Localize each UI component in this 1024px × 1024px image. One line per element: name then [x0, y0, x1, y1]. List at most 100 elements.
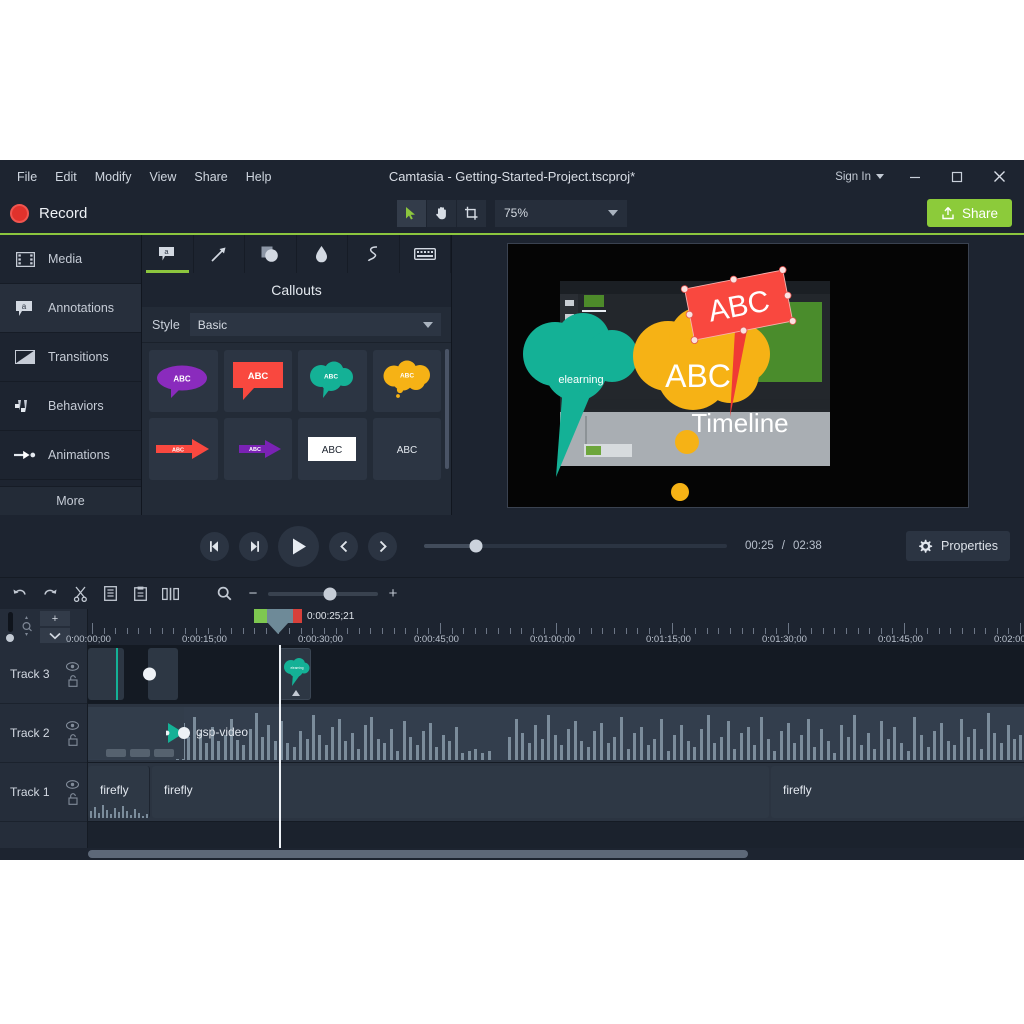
timeline-ruler[interactable]: 0:00:00;00 0:00:15;00 0:00:30;00 0:00:45;00… — [66, 609, 1024, 645]
style-select[interactable]: Basic — [189, 313, 441, 336]
menu-edit[interactable]: Edit — [46, 165, 86, 189]
timeline-hscrollbar[interactable] — [0, 848, 1024, 860]
callout-red-arrow[interactable]: ABC — [149, 418, 218, 480]
prev-marker-button[interactable] — [329, 531, 358, 561]
undo-icon[interactable] — [6, 581, 34, 607]
playhead-body[interactable] — [267, 609, 293, 623]
seek-handle[interactable] — [469, 539, 482, 553]
split-icon[interactable] — [156, 581, 184, 607]
lock-icon[interactable] — [67, 792, 78, 805]
sidebar-item-transitions[interactable]: Transitions — [0, 333, 141, 382]
sidebar-item-media[interactable]: Media — [0, 235, 141, 284]
lock-icon[interactable] — [67, 733, 78, 746]
callout-purple-arrow[interactable]: ABC — [223, 418, 292, 480]
play-button[interactable] — [278, 525, 319, 567]
tab-shapes[interactable] — [245, 235, 297, 273]
track1-clip-c[interactable]: firefly — [771, 766, 1024, 818]
tab-sketch[interactable] — [348, 235, 400, 273]
volume-control[interactable] — [6, 612, 14, 642]
playhead-in-marker[interactable] — [254, 609, 267, 623]
callout-plain-text[interactable]: ABC — [372, 418, 441, 480]
sign-in-button[interactable]: Sign In — [825, 165, 894, 189]
ruler-ticks — [88, 623, 1024, 634]
volume-handle[interactable] — [6, 634, 14, 642]
callout-purple-bubble[interactable]: ABC — [149, 350, 218, 412]
callout-orange-thought[interactable]: ABC — [372, 350, 441, 412]
track-header-3[interactable]: Track 3 — [0, 645, 87, 704]
record-button[interactable]: Record — [0, 203, 87, 223]
pointer-tool-button[interactable] — [397, 199, 426, 227]
menu-modify[interactable]: Modify — [86, 165, 141, 189]
track1-clip-b[interactable]: firefly — [152, 766, 769, 818]
track3-clip-selected[interactable]: elearning — [279, 648, 311, 700]
clip-play-marker[interactable] — [166, 720, 196, 746]
copy-icon[interactable] — [96, 581, 124, 607]
volume-slider[interactable] — [7, 612, 13, 632]
playhead-out-marker[interactable] — [293, 609, 302, 623]
sidebar-item-annotations[interactable]: a Annotations — [0, 284, 141, 333]
track-lanes[interactable]: elearning gsp-video firefly firefly fire… — [88, 645, 1024, 848]
track3-clip-a[interactable] — [88, 648, 124, 700]
maximize-button[interactable] — [936, 160, 978, 193]
magnifier-icon[interactable] — [210, 581, 238, 607]
library-scrollbar[interactable] — [445, 349, 449, 469]
preview-area: elearning ABC Timeline ABC — [452, 235, 1024, 515]
lock-icon[interactable] — [67, 674, 78, 687]
lane-track-2[interactable]: gsp-video — [88, 704, 1024, 763]
track3-clip-b[interactable] — [143, 648, 178, 700]
clip-handle[interactable] — [143, 667, 156, 681]
redo-icon[interactable] — [36, 581, 64, 607]
callout-red-rect[interactable]: ABC — [223, 350, 292, 412]
cut-icon[interactable] — [66, 581, 94, 607]
sidebar-item-behaviors[interactable]: Behaviors — [0, 382, 141, 431]
close-button[interactable] — [978, 160, 1020, 193]
eye-icon[interactable] — [66, 661, 79, 671]
timeline-zoom-slider[interactable] — [268, 587, 378, 600]
zoom-level-select[interactable]: 75% — [495, 199, 627, 227]
previous-frame-button[interactable] — [200, 531, 229, 561]
callout-teal-cloud[interactable]: ABC — [298, 350, 367, 412]
menu-view[interactable]: View — [141, 165, 186, 189]
tab-keystroke[interactable] — [400, 235, 451, 273]
seek-track[interactable] — [424, 539, 727, 553]
sidebar-item-animations[interactable]: Animations — [0, 431, 141, 480]
track2-clip[interactable]: gsp-video — [88, 707, 1024, 760]
zoom-out-button[interactable]: − — [246, 585, 260, 602]
track-header-1[interactable]: Track 1 — [0, 763, 87, 822]
minimize-button[interactable] — [894, 160, 936, 193]
more-button[interactable]: More — [0, 486, 141, 515]
eye-icon[interactable] — [66, 720, 79, 730]
share-label: Share — [961, 205, 998, 221]
crop-tool-button[interactable] — [457, 199, 486, 227]
track1-clip-c-label: firefly — [783, 783, 812, 797]
seek-slider[interactable] — [424, 539, 727, 553]
menu-file[interactable]: File — [8, 165, 46, 189]
playback-bar: 00:25 / 02:38 Properties — [0, 515, 1024, 577]
hand-tool-button[interactable] — [427, 199, 456, 227]
lane-track-1[interactable]: firefly firefly firefly — [88, 763, 1024, 822]
track1-clip-a[interactable]: firefly — [88, 766, 150, 818]
playhead-handle[interactable]: 0:00:25;21 — [254, 609, 354, 623]
timeline-zoom-handle[interactable] — [323, 587, 337, 600]
menu-help[interactable]: Help — [237, 165, 281, 189]
timeline-hscroll-thumb[interactable] — [88, 850, 748, 858]
zoom-in-button[interactable]: + — [386, 585, 400, 602]
add-track-button[interactable]: + — [40, 611, 70, 626]
canvas[interactable]: elearning ABC Timeline ABC — [507, 242, 969, 508]
tab-blur[interactable] — [297, 235, 348, 273]
tab-arrows[interactable] — [194, 235, 245, 273]
share-button[interactable]: Share — [926, 199, 1012, 227]
eye-icon[interactable] — [66, 779, 79, 789]
next-frame-button[interactable] — [239, 531, 268, 561]
callout-white-box[interactable]: ABC — [298, 418, 367, 480]
tab-callouts[interactable]: a — [142, 235, 194, 273]
paste-icon[interactable] — [126, 581, 154, 607]
shapes-icon — [261, 246, 279, 262]
zoom-to-fit-icon[interactable] — [20, 615, 34, 640]
track-header-2[interactable]: Track 2 — [0, 704, 87, 763]
lane-track-3[interactable]: elearning — [88, 645, 1024, 704]
transition-icon — [14, 347, 36, 367]
next-marker-button[interactable] — [368, 531, 397, 561]
menu-share[interactable]: Share — [185, 165, 236, 189]
properties-button[interactable]: Properties — [906, 531, 1010, 561]
